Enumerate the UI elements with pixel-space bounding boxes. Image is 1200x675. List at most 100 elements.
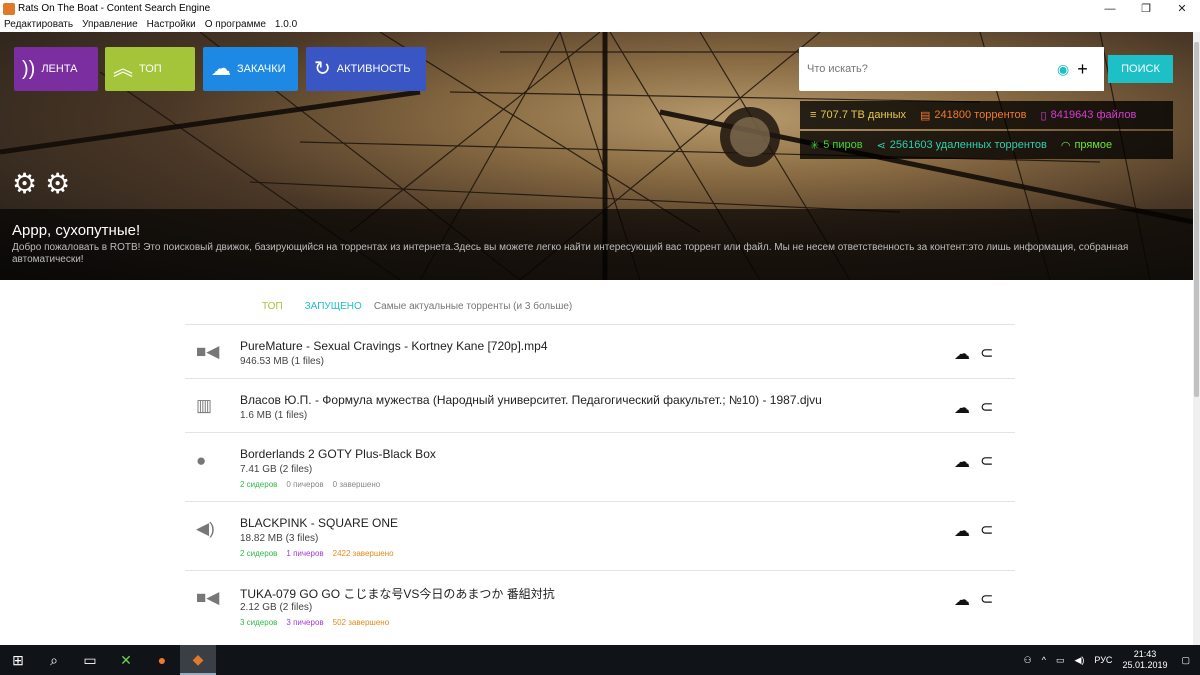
menu-edit[interactable]: Редактировать	[4, 19, 73, 30]
menu-version[interactable]: 1.0.0	[275, 19, 297, 30]
stat-files-text: 8419643 файлов	[1050, 109, 1137, 121]
plus-icon[interactable]: +	[1077, 59, 1088, 80]
stat-peers: ✳ 5 пиров	[810, 139, 863, 152]
completed-count: 502 завершено	[332, 618, 390, 627]
download-icon[interactable]: ☁	[954, 344, 970, 364]
torrent-name[interactable]: BLACKPINK - SQUARE ONE	[240, 516, 398, 530]
search-icon[interactable]: ⌕	[36, 645, 72, 675]
search-button[interactable]: ПОИСК	[1108, 55, 1173, 83]
nav-feed-label: ЛЕНТА	[41, 63, 78, 75]
rats-app-icon[interactable]: ◆	[180, 645, 216, 675]
minimize-button[interactable]: —	[1092, 0, 1128, 17]
book-icon: ▥	[196, 396, 213, 415]
network-icon[interactable]: ▭	[1056, 655, 1065, 666]
download-icon[interactable]: ☁	[954, 521, 970, 541]
scrollbar-thumb[interactable]	[1194, 42, 1199, 397]
vertical-scrollbar[interactable]	[1193, 32, 1200, 645]
menu-settings[interactable]: Настройки	[147, 19, 196, 30]
menu-bar: Редактировать Управление Настройки О про…	[0, 17, 1200, 32]
welcome-text: Добро пожаловать в ROTB! Это поисковый д…	[12, 242, 1129, 265]
stat-data: ≡ 707.7 TB данных	[810, 109, 906, 121]
stat-data-text: 707.7 TB данных	[820, 109, 907, 121]
torrent-row[interactable]: ◀) BLACKPINK - SQUARE ONE 18.82 MB (3 fi…	[185, 501, 1015, 570]
stat-removed: ⋖ 2561603 удаленных торрентов	[877, 139, 1047, 152]
database-icon: ≡	[810, 109, 817, 121]
leechers-count: 3 пичеров	[286, 618, 324, 627]
disc-icon: ●	[196, 451, 207, 470]
top-chevrons-icon: ︽	[113, 58, 133, 80]
torrent-row[interactable]: ● Borderlands 2 GOTY Plus-Black Box 7.41…	[185, 432, 1015, 501]
torrent-row[interactable]: ▥ Власов Ю.П. - Формула мужества (Народн…	[185, 378, 1015, 432]
download-icon[interactable]: ☁	[954, 452, 970, 472]
menu-about[interactable]: О программе	[205, 19, 266, 30]
notifications-icon[interactable]: ▢	[1181, 655, 1190, 666]
torrent-name[interactable]: PureMature - Sexual Cravings - Kortney K…	[240, 339, 548, 353]
download-icon[interactable]: ☁	[954, 398, 970, 418]
torrent-size: 18.82 MB (3 files)	[240, 533, 319, 544]
stat-direct: ◠ прямое	[1061, 139, 1112, 152]
download-icon[interactable]: ☁	[954, 590, 970, 610]
speaker-icon: ◀)	[196, 519, 215, 538]
rat-logo-icon	[3, 2, 15, 15]
search-box: ◉ +	[799, 47, 1104, 91]
tab-started[interactable]: ЗАПУЩЕНО	[305, 301, 362, 312]
gears-icon[interactable]: ⚙	[12, 167, 37, 200]
eye-slash-icon[interactable]: ◉	[1057, 61, 1069, 78]
torrent-name[interactable]: TUKA-079 GO GO こじまな号VS今日のあまつか 番組対抗	[240, 585, 555, 602]
nav-top-label: ТОП	[139, 63, 162, 75]
hero-header: )) ЛЕНТА ︽ ТОП ☁ ЗАКАЧКИ ↻ АКТИВНОСТЬ ◉ …	[0, 32, 1193, 280]
task-view-icon[interactable]: ▭	[72, 645, 108, 675]
feed-icon: ))	[22, 58, 36, 80]
torrent-list: ■◀ PureMature - Sexual Cravings - Kortne…	[185, 324, 1015, 640]
system-tray: ⚇ ^ ▭ ◀) РУС 21:43 25.01.2019 ▢	[1024, 645, 1200, 675]
seeders-count: 3 сидеров	[240, 618, 278, 627]
volume-icon[interactable]: ◀)	[1074, 655, 1084, 666]
torrent-name[interactable]: Borderlands 2 GOTY Plus-Black Box	[240, 447, 436, 461]
leechers-count: 1 пичеров	[286, 549, 324, 558]
windows-start-icon[interactable]: ⊞	[0, 645, 36, 675]
close-button[interactable]: ✕	[1164, 0, 1200, 17]
magnet-icon[interactable]: ⊂	[980, 589, 993, 609]
clock[interactable]: 21:43 25.01.2019	[1122, 649, 1167, 671]
magnet-icon[interactable]: ⊂	[980, 397, 993, 417]
cloud-download-icon: ☁	[211, 58, 231, 80]
magnet-icon[interactable]: ⊂	[980, 520, 993, 540]
maximize-button[interactable]: ❐	[1128, 0, 1164, 17]
chevron-up-icon[interactable]: ^	[1042, 655, 1046, 665]
tab-top[interactable]: ТОП	[262, 301, 283, 312]
peer-stats: 2 сидеров 0 пичеров 0 завершено	[240, 480, 389, 489]
language-indicator[interactable]: РУС	[1094, 655, 1112, 665]
people-icon[interactable]: ⚇	[1024, 655, 1032, 666]
peer-stats: 2 сидеров 1 пичеров 2422 завершено	[240, 549, 403, 558]
nav-activity-button[interactable]: ↻ АКТИВНОСТЬ	[306, 47, 426, 91]
seeders-count: 2 сидеров	[240, 480, 278, 489]
window-controls: — ❐ ✕	[1092, 0, 1200, 17]
torrent-size: 946.53 MB (1 files)	[240, 356, 324, 367]
xmind-app-icon[interactable]: ✕	[108, 645, 144, 675]
tabs-subtitle: Самые актуальные торренты (и 3 больше)	[373, 301, 573, 312]
firefox-app-icon[interactable]: ●	[144, 645, 180, 675]
nav-downloads-label: ЗАКАЧКИ	[237, 63, 286, 75]
torrent-size: 7.41 GB (2 files)	[240, 464, 313, 475]
tabs-row: ТОП ЗАПУЩЕНО Самые актуальные торренты (…	[262, 301, 594, 312]
nav-feed-button[interactable]: )) ЛЕНТА	[14, 47, 98, 91]
stat-torrents-text: 241800 торрентов	[934, 109, 1027, 121]
nav-downloads-button[interactable]: ☁ ЗАКАЧКИ	[203, 47, 298, 91]
torrent-name[interactable]: Власов Ю.П. - Формула мужества (Народный…	[240, 393, 822, 407]
magnet-icon[interactable]: ⊂	[980, 451, 993, 471]
search-input[interactable]	[807, 63, 1047, 75]
torrent-row[interactable]: ■◀ PureMature - Sexual Cravings - Kortne…	[185, 324, 1015, 378]
wifi-icon: ◠	[1060, 139, 1071, 152]
magnet-icon[interactable]: ⊂	[980, 343, 993, 363]
title-bar: Rats On The Boat - Content Search Engine…	[0, 0, 1200, 17]
leechers-count: 0 пичеров	[286, 480, 324, 489]
menu-manage[interactable]: Управление	[82, 19, 138, 30]
server-icon: ▤	[920, 109, 931, 122]
completed-count: 2422 завершено	[332, 549, 394, 558]
torrent-row[interactable]: ■◀ TUKA-079 GO GO こじまな号VS今日のあまつか 番組対抗 2.…	[185, 570, 1015, 640]
video-camera-icon: ■◀	[196, 588, 220, 607]
peers-icon: ✳	[810, 139, 820, 152]
nav-top-button[interactable]: ︽ ТОП	[105, 47, 195, 91]
clock-date: 25.01.2019	[1122, 660, 1168, 670]
filter-gear-icon[interactable]: ⚙	[45, 167, 70, 200]
